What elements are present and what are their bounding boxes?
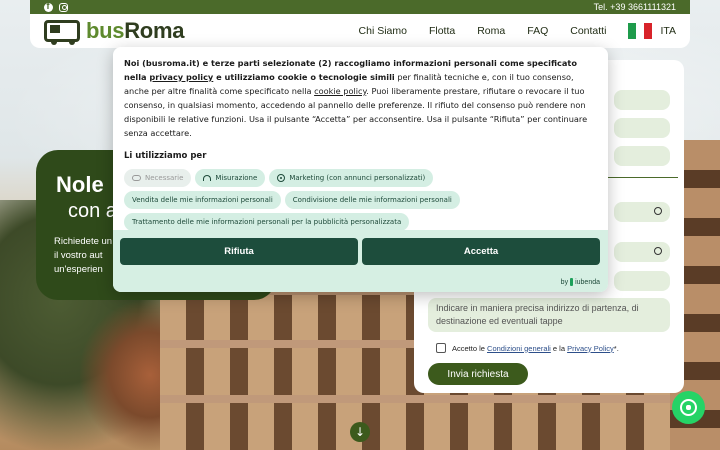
chip-vendita[interactable]: Vendita delle mie informazioni personali	[124, 191, 281, 209]
italy-flag-icon	[628, 23, 653, 39]
chip-marketing[interactable]: Marketing (con annunci personalizzati)	[269, 169, 434, 187]
bus-icon	[44, 20, 80, 45]
purposes-title: Li utilizziamo per	[124, 151, 207, 161]
time-field[interactable]	[614, 202, 670, 222]
main-nav: Chi Siamo Flotta Roma FAQ Contatti ITA	[359, 23, 676, 39]
clock-icon	[654, 247, 662, 255]
consent-checkbox[interactable]	[436, 343, 446, 353]
time-field[interactable]	[614, 242, 670, 262]
iubenda-credit[interactable]: by iubenda	[561, 278, 600, 286]
form-field[interactable]	[614, 90, 670, 110]
gauge-icon	[203, 175, 212, 181]
nav-item-roma[interactable]: Roma	[477, 25, 505, 37]
consent-text: Accetto le Condizioni generali e la Priv…	[452, 343, 619, 353]
nav-item-flotta[interactable]: Flotta	[429, 25, 455, 37]
terms-link[interactable]: Condizioni generali	[487, 344, 551, 353]
cookie-banner: Noi (busroma.it) e terze parti seleziona…	[113, 47, 608, 292]
facebook-icon[interactable]	[44, 1, 53, 12]
social-links	[44, 1, 68, 12]
form-field[interactable]	[614, 146, 670, 166]
iubenda-logo-icon	[570, 278, 574, 286]
privacy-link[interactable]: Privacy Policy	[567, 344, 614, 353]
toggle-icon	[132, 175, 141, 181]
cookie-text: Noi (busroma.it) e terze parti seleziona…	[113, 47, 608, 231]
form-field[interactable]	[614, 271, 670, 291]
nav-item-contatti[interactable]: Contatti	[570, 25, 606, 37]
language-switcher[interactable]: ITA	[628, 23, 676, 39]
consent-row: Accetto le Condizioni generali e la Priv…	[436, 343, 619, 353]
clock-icon	[654, 207, 662, 215]
logo[interactable]: busRoma	[44, 18, 185, 45]
whatsapp-button[interactable]	[672, 391, 705, 424]
form-field[interactable]	[614, 118, 670, 138]
nav-item-chi-siamo[interactable]: Chi Siamo	[359, 25, 407, 37]
top-bar: Tel. +39 3661111321	[30, 0, 690, 14]
accept-button[interactable]: Accetta	[362, 238, 600, 265]
scroll-down-icon[interactable]: ↓	[350, 422, 370, 442]
site-header: busRoma Chi Siamo Flotta Roma FAQ Contat…	[30, 14, 690, 48]
route-textarea[interactable]: Indicare in maniera precisa indirizzo di…	[428, 298, 670, 332]
target-icon	[277, 174, 286, 182]
chip-necessarie: Necessarie	[124, 169, 192, 187]
cookie-actions: Rifiuta Accetta by iubenda	[113, 230, 608, 292]
privacy-policy-link[interactable]: privacy policy	[149, 72, 213, 82]
instagram-icon[interactable]	[59, 2, 68, 12]
cookie-policy-link[interactable]: cookie policy	[314, 86, 366, 96]
nav-item-faq[interactable]: FAQ	[527, 25, 548, 37]
chip-misurazione[interactable]: Misurazione	[195, 169, 266, 187]
whatsapp-icon	[680, 399, 697, 416]
chip-condivisione[interactable]: Condivisione delle mie informazioni pers…	[284, 191, 460, 209]
chip-trattamento[interactable]: Trattamento delle mie informazioni perso…	[124, 213, 410, 231]
phone-number[interactable]: Tel. +39 3661111321	[594, 2, 676, 12]
reject-button[interactable]: Rifiuta	[120, 238, 358, 265]
logo-text: busRoma	[86, 18, 185, 43]
submit-button[interactable]: Invia richiesta	[428, 363, 528, 385]
purpose-chips: Necessarie Misurazione Marketing (con an…	[124, 169, 474, 231]
language-label: ITA	[660, 25, 676, 37]
